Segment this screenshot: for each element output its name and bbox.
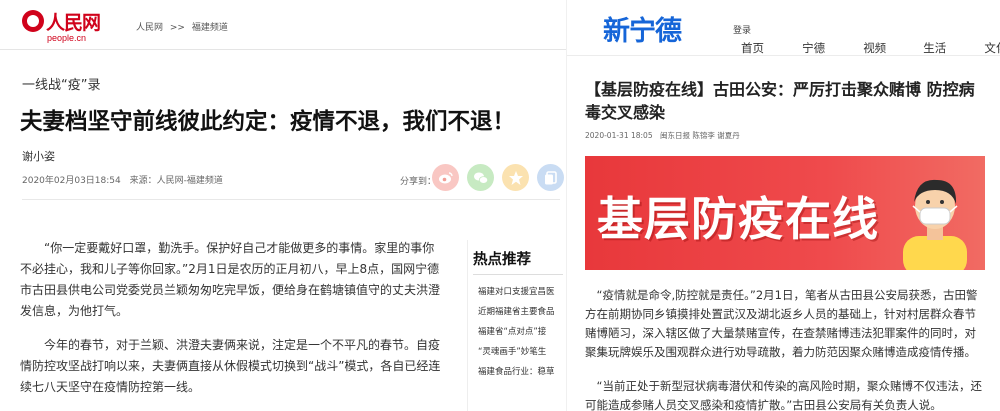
hot-list-item[interactable]: 福建省“点对点”接 [478,322,564,342]
article-author: 谢小姿 [22,150,55,163]
banner-text: 基层防疫在线 [597,192,879,246]
ningde-logo[interactable]: 新宁德 [603,9,682,48]
hot-list-item[interactable]: “灵魂画手”妙笔生 [478,342,564,362]
breadcrumb: 人民网 >> 福建频道 [136,20,232,33]
hot-divider [473,274,563,275]
wechat-icon[interactable] [467,164,494,191]
article-body: “疫情就是命令,防控就是责任。”2月1日，笔者从古田县公安局获悉，古田警方在前期… [585,286,987,411]
column-label: 一线战“疫”录 [22,78,101,93]
article-meta: 2020年02月03日18:54 来源：人民网-福建频道 [22,173,229,186]
article-banner: 基层防疫在线 [585,156,985,270]
hot-list: 福建对口支援宜昌医 近期福建省主要食品 福建省“点对点”接 “灵魂画手”妙笔生 … [478,282,564,382]
article-paragraph: 今年的春节，对于兰颖、洪澄夫妻俩来说，注定是一个不平凡的春节。自疫情防控攻坚战打… [20,338,441,394]
article-body: “你一定要戴好口罩，勤洗手。保护好自己才能做更多的事情。家里的事你不必挂心，我和… [20,238,445,411]
weibo-icon[interactable] [432,164,459,191]
article-paragraph: “疫情就是命令,防控就是责任。”2月1日，笔者从古田县公安局获悉，古田警方在前期… [585,288,978,359]
article-date: 2020年02月03日18:54 [22,176,121,186]
nav-item-home[interactable]: 首页 [741,40,797,56]
breadcrumb-separator: >> [169,23,185,33]
people-logo-domain: people.cn [47,33,87,43]
nav-item-life[interactable]: 生活 [923,40,979,56]
header-divider [22,199,560,200]
hot-list-item[interactable]: 福建食品行业：稳草 [478,362,564,382]
hot-recommendations-title: 热点推荐 [473,252,531,268]
hot-recommendations: 热点推荐 福建对口支援宜昌医 近期福建省主要食品 福建省“点对点”接 “灵魂画手… [467,240,563,411]
article-paragraph: “当前正处于新型冠状病毒潜伏和传染的高风险时期，聚众赌博不仅违法，还可能造成参赌… [585,379,982,411]
nav-item-ningde[interactable]: 宁德 [802,40,858,56]
article-paragraph: “你一定要戴好口罩，勤洗手。保护好自己才能做更多的事情。家里的事你不必挂心，我和… [20,241,441,318]
people-header: 人民网 people.cn 人民网 >> 福建频道 [0,0,566,50]
masked-person-illustration [903,179,967,270]
breadcrumb-channel-link[interactable]: 福建频道 [192,23,228,33]
article-meta: 2020-01-31 18:05 闽东日报 陈锦李 谢夏丹 [585,130,745,141]
hot-list-item[interactable]: 近期福建省主要食品 [478,302,564,322]
people-logo[interactable]: 人民网 people.cn [22,8,102,44]
hot-list-item[interactable]: 福建对口支援宜昌医 [478,282,564,302]
article-source: 来源：人民网-福建频道 [129,176,223,186]
people-article-panel: 人民网 people.cn 人民网 >> 福建频道 一线战“疫”录 夫妻档坚守前… [0,0,566,411]
main-nav: 首页 宁德 视频 生活 文化 [741,37,1000,56]
breadcrumb-home-link[interactable]: 人民网 [136,23,163,33]
nav-item-video[interactable]: 视频 [863,40,918,56]
ningde-header: 新宁德 登录 首页 宁德 视频 生活 文化 [567,0,1000,56]
article-title: 夫妻档坚守前线彼此约定：疫情不退，我们不退！ [20,109,516,135]
login-link[interactable]: 登录 [733,23,751,36]
article-title: 【基层防疫在线】古田公安：严厉打击聚众赌博 防控病毒交叉感染 [585,80,975,122]
copy-icon[interactable] [537,164,564,191]
ningde-article-panel: 新宁德 登录 首页 宁德 视频 生活 文化 【基层防疫在线】古田公安：严厉打击聚… [566,0,1000,411]
people-logo-text: 人民网 [46,12,101,34]
nav-item-culture[interactable]: 文化 [984,40,1000,56]
qzone-icon[interactable] [502,164,529,191]
share-label: 分享到： [400,177,437,187]
people-logo-icon [22,10,44,32]
article-source: 闽东日报 陈锦李 谢夏丹 [659,131,740,140]
article-date: 2020-01-31 18:05 [585,131,653,140]
